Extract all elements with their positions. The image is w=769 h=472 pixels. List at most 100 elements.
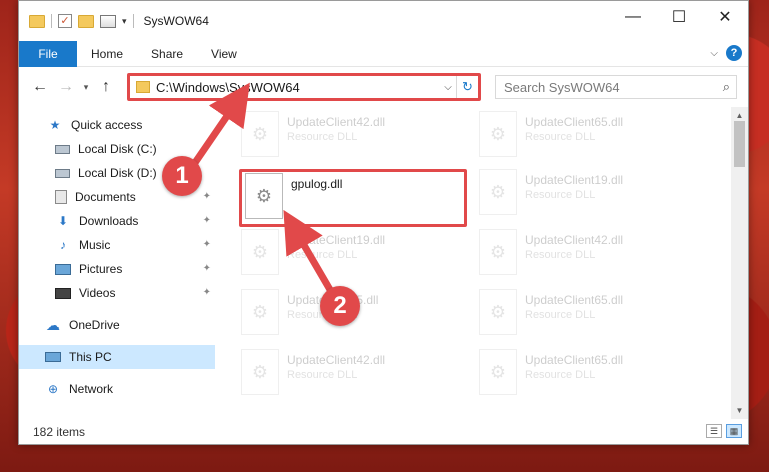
list-item[interactable]: ⚙ UpdateClient65.dll Resource DLL [479, 349, 699, 397]
list-item[interactable]: ⚙ UpdateClient42.dll Resource DLL [241, 111, 461, 159]
sidebar-item-label: Downloads [79, 214, 139, 228]
sidebar-item-onedrive[interactable]: ☁ OneDrive [19, 313, 215, 337]
pin-icon[interactable]: ✦ [203, 215, 211, 226]
list-item[interactable]: ⚙ UpdateClient42.dll Resource DLL [479, 229, 699, 277]
documents-icon [55, 190, 67, 204]
file-explorer-window: ✓ ▾ SysWOW64 — ☐ ✕ File Home Share View … [18, 0, 749, 445]
dll-file-icon: ⚙ [479, 349, 517, 395]
downloads-icon: ⬇ [57, 214, 69, 228]
scrollbar-thumb[interactable] [734, 121, 745, 167]
sidebar-item-pictures[interactable]: Pictures ✦ [19, 257, 215, 281]
details-view-icon[interactable]: ☰ [706, 424, 722, 438]
list-item[interactable]: ⚙ UpdateClient65.dll Resource DLL [479, 289, 699, 337]
dll-file-icon: ⚙ [479, 289, 517, 335]
new-folder-icon[interactable] [78, 14, 94, 28]
sidebar-item-label: Videos [79, 286, 116, 300]
pin-icon[interactable]: ✦ [203, 239, 211, 250]
vertical-scrollbar[interactable]: ▲ ▼ [731, 107, 748, 419]
view-switcher: ☰ ▦ [706, 424, 742, 438]
file-list: ⚙ UpdateClient42.dll Resource DLL ⚙ Updat… [215, 107, 748, 419]
window-title: SysWOW64 [143, 14, 209, 28]
ribbon-right: ⌵ ? [710, 45, 742, 61]
sidebar-item-this-pc[interactable]: This PC [19, 345, 215, 369]
network-icon: ⊕ [47, 382, 59, 396]
step-1-badge: 1 [162, 156, 202, 196]
file-type: Resource DLL [287, 369, 358, 381]
navigation-bar: ← → ▾ ↑ C:\Windows\SysWOW64 ⌵ ↻ Search S… [19, 67, 748, 107]
toolbar-divider [132, 14, 134, 28]
sidebar-item-label: Music [79, 238, 111, 252]
file-name: UpdateClient65.dll [525, 293, 624, 307]
properties-check-icon[interactable]: ✓ [58, 14, 72, 28]
toolbar-divider [51, 14, 52, 28]
minimize-button[interactable]: — [610, 1, 656, 33]
sidebar-item-downloads[interactable]: ⬇ Downloads ✦ [19, 209, 215, 233]
tab-file[interactable]: File [19, 40, 77, 67]
tab-home[interactable]: Home [77, 47, 137, 61]
dll-file-icon: ⚙ [479, 111, 517, 157]
file-name: UpdateClient19.dll [525, 173, 624, 187]
file-type: Resource DLL [525, 309, 596, 321]
dll-file-icon: ⚙ [241, 289, 279, 335]
list-item[interactable]: ⚙ UpdateClient19.dll Resource DLL [241, 229, 461, 277]
sidebar-item-videos[interactable]: Videos ✦ [19, 281, 215, 305]
back-button[interactable]: ← [27, 78, 53, 96]
forward-button[interactable]: → [53, 78, 79, 96]
pin-icon[interactable]: ✦ [203, 191, 211, 202]
file-name: UpdateClient42.dll [287, 115, 386, 129]
sidebar-item-label: OneDrive [69, 318, 120, 332]
status-bar: 182 items ☰ ▦ [19, 419, 748, 444]
sidebar-item-label: Pictures [79, 262, 123, 276]
sidebar-item-music[interactable]: ♪ Music ✦ [19, 233, 215, 257]
pin-icon[interactable]: ✦ [203, 287, 211, 298]
recent-locations-button[interactable]: ▾ [79, 82, 93, 93]
help-icon[interactable]: ? [726, 45, 742, 61]
search-placeholder: Search SysWOW64 [504, 79, 620, 95]
list-item[interactable]: ⚙ UpdateClient42.dll Resource DLL [241, 349, 461, 397]
dll-file-icon: ⚙ [479, 229, 517, 275]
sidebar-item-network[interactable]: ⊕ Network [19, 377, 215, 401]
explorer-body: ★ Quick access Local Disk (C:) Local Dis… [19, 107, 748, 419]
file-type: Resource DLL [525, 131, 596, 143]
list-item[interactable]: ⚙ UpdateClient65.dll Resource DLL [479, 111, 699, 159]
folder-icon [29, 14, 45, 28]
tab-share[interactable]: Share [137, 47, 197, 61]
dll-file-icon: ⚙ [241, 229, 279, 275]
sidebar-item-label: Network [69, 382, 114, 396]
ribbon: File Home Share View ⌵ ? [19, 40, 748, 67]
search-input[interactable]: Search SysWOW64 ⌕ [495, 75, 737, 99]
customize-toolbar-icon[interactable] [100, 14, 116, 28]
toolbar-dropdown-icon[interactable]: ▾ [122, 16, 127, 27]
step-2-badge: 2 [320, 286, 360, 326]
file-type: Resource DLL [287, 249, 358, 261]
search-icon: ⌕ [722, 79, 730, 94]
computer-icon [45, 352, 61, 362]
cloud-icon: ☁ [46, 316, 60, 333]
file-type: Resource DLL [525, 189, 596, 201]
sidebar-item-label: Local Disk (D:) [78, 166, 157, 180]
title-bar: ✓ ▾ SysWOW64 — ☐ ✕ [19, 1, 748, 41]
videos-icon [55, 287, 71, 299]
list-item[interactable]: ⚙ UpdateClient19.dll Resource DLL [479, 169, 699, 217]
music-icon: ♪ [60, 238, 66, 252]
close-button[interactable]: ✕ [702, 1, 748, 33]
file-type: Resource DLL [525, 369, 596, 381]
pin-icon[interactable]: ✦ [203, 263, 211, 274]
sidebar-item-quick-access[interactable]: ★ Quick access [19, 113, 215, 137]
address-bar-highlight [127, 73, 481, 101]
file-name: UpdateClient42.dll [287, 353, 386, 367]
large-icons-view-icon[interactable]: ▦ [726, 424, 742, 438]
sidebar-item-label: Quick access [71, 118, 143, 132]
tab-view[interactable]: View [197, 47, 251, 61]
dll-file-icon: ⚙ [241, 111, 279, 157]
dll-file-icon: ⚙ [479, 169, 517, 215]
file-name: UpdateClient65.dll [525, 353, 624, 367]
expand-ribbon-icon[interactable]: ⌵ [710, 48, 718, 59]
sidebar-item-label: Documents [75, 190, 136, 204]
up-button[interactable]: ↑ [93, 78, 119, 96]
file-type: Resource DLL [287, 131, 358, 143]
scroll-down-icon[interactable]: ▼ [731, 402, 748, 419]
quick-access-toolbar: ✓ ▾ [19, 14, 134, 28]
maximize-button[interactable]: ☐ [656, 1, 702, 33]
drive-icon [55, 168, 70, 178]
